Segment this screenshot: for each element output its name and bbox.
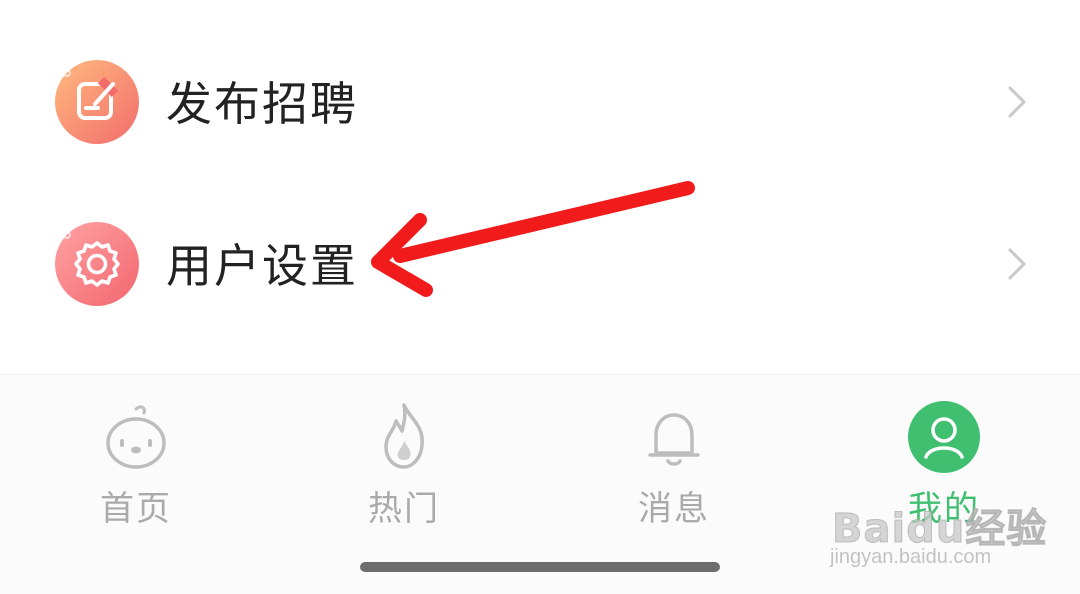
bell-icon [638,401,710,473]
tab-label: 热门 [368,489,440,529]
gear-icon [55,222,139,306]
chevron-right-icon [1000,82,1032,122]
post-job-icon [55,60,139,144]
tab-label: 我的 [908,489,980,529]
flame-icon [368,401,440,473]
menu-item-post-job[interactable]: 发布招聘 [0,37,1080,167]
home-indicator[interactable] [360,562,720,572]
tab-label: 消息 [638,489,710,529]
chevron-right-icon [1000,244,1032,284]
menu-item-label: 用户设置 [166,239,358,293]
menu-item-label: 发布招聘 [166,77,358,131]
bottom-tab-bar: 首页 热门 消息 我的 [0,374,1080,594]
user-icon [908,401,980,473]
tab-home[interactable]: 首页 [56,401,216,531]
tab-messages[interactable]: 消息 [594,401,754,531]
tab-mine[interactable]: 我的 [864,401,1024,531]
menu-item-user-settings[interactable]: 用户设置 [0,199,1080,329]
tab-label: 首页 [100,489,172,529]
tab-hot[interactable]: 热门 [324,401,484,531]
home-mascot-icon [100,401,172,473]
